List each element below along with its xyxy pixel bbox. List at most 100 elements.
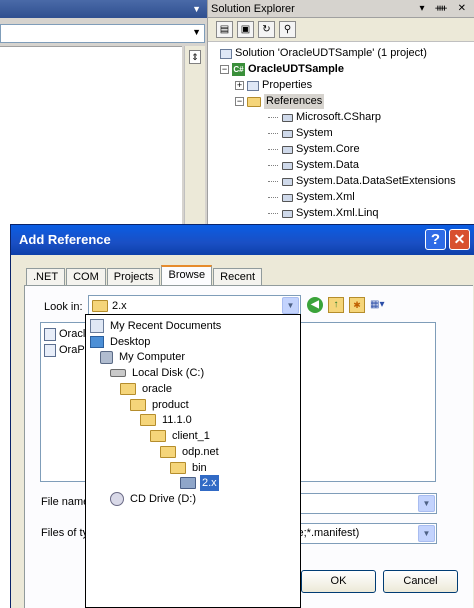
- dropdown-item-folder[interactable]: odp.net: [160, 444, 221, 460]
- look-in-value: 2.x: [112, 299, 127, 312]
- folder-icon: [120, 383, 136, 395]
- dropdown-item-computer[interactable]: My Computer: [100, 349, 187, 365]
- chevron-down-icon[interactable]: ▼: [418, 495, 435, 512]
- list-item[interactable]: OraPr: [44, 342, 88, 358]
- dropdown-item-recent[interactable]: My Recent Documents: [90, 318, 223, 334]
- tab-recent[interactable]: Recent: [213, 268, 263, 285]
- folder-icon: [160, 446, 176, 458]
- file-label: OraPr: [59, 344, 89, 356]
- tab-strip: .NET COM Projects Browse Recent: [26, 265, 263, 285]
- show-all-files-icon[interactable]: ▣: [237, 21, 254, 38]
- tree-node-label: Microsoft.CSharp: [296, 111, 381, 123]
- file-name-combo[interactable]: ▼: [287, 493, 437, 514]
- editor-scrollbar[interactable]: ⇕: [184, 46, 205, 225]
- look-in-dropdown[interactable]: My Recent Documents Desktop My Computer …: [85, 314, 301, 608]
- back-icon[interactable]: ◀: [307, 297, 323, 313]
- class-diagram-icon[interactable]: ⚲: [279, 21, 296, 38]
- dropdown-item-label: CD Drive (D:): [130, 493, 196, 505]
- csharp-project-icon: C#: [232, 63, 245, 76]
- tree-node-label: OracleUDTSample: [248, 63, 344, 75]
- solution-explorer-title: Solution Explorer: [211, 3, 295, 15]
- code-editor[interactable]: [0, 46, 182, 225]
- tree-node-label: System: [296, 127, 333, 139]
- reference-icon: [282, 177, 293, 186]
- look-in-combo[interactable]: 2.x ▼: [88, 295, 301, 316]
- files-of-type-combo[interactable]: xe;*.manifest) ▼: [287, 523, 437, 544]
- tree-node-reference[interactable]: System.Core: [268, 142, 360, 157]
- dropdown-item-folder[interactable]: 11.1.0: [140, 412, 194, 428]
- editor-tab-strip: ▼: [0, 0, 207, 18]
- tree-node-references[interactable]: − References: [235, 94, 325, 109]
- tree-node-label: System.Xml: [296, 191, 355, 203]
- chevron-down-icon: ▼: [192, 27, 201, 37]
- dropdown-item-folder[interactable]: bin: [170, 460, 209, 476]
- chevron-down-icon[interactable]: ▼: [192, 4, 201, 14]
- solution-explorer-toolbar: ▤ ▣ ↻ ⚲: [208, 18, 474, 42]
- dropdown-item-selected[interactable]: 2.x: [180, 475, 219, 491]
- dropdown-item-folder[interactable]: client_1: [150, 428, 212, 444]
- tab-projects[interactable]: Projects: [106, 268, 161, 285]
- computer-icon: [100, 350, 113, 364]
- cancel-button[interactable]: Cancel: [383, 570, 458, 593]
- chevron-down-icon[interactable]: ▼: [418, 525, 435, 542]
- reference-icon: [282, 209, 293, 218]
- dropdown-item-label: Desktop: [110, 336, 151, 348]
- tree-node-project[interactable]: − C# OracleUDTSample: [220, 62, 344, 77]
- tree-line: [268, 213, 278, 214]
- tree-node-properties[interactable]: + Properties: [235, 78, 312, 93]
- tree-node-reference[interactable]: System: [268, 126, 333, 141]
- tab-com[interactable]: COM: [66, 268, 106, 285]
- dropdown-item-local-disk[interactable]: Local Disk (C:): [110, 365, 206, 381]
- tree-node-label: Solution 'OracleUDTSample' (1 project): [235, 47, 427, 59]
- folder-icon: [140, 414, 156, 426]
- refresh-icon[interactable]: ↻: [258, 21, 275, 38]
- solution-explorer-titlebar: Solution Explorer ▾ ᚓ ✕: [208, 0, 474, 18]
- dropdown-item-label: oracle: [142, 383, 172, 395]
- up-folder-icon[interactable]: ↑: [328, 297, 344, 313]
- tree-line: [268, 133, 278, 134]
- folder-icon: [150, 430, 166, 442]
- tab-net[interactable]: .NET: [26, 268, 66, 285]
- tree-node-reference[interactable]: System.Xml.Linq: [268, 206, 379, 221]
- tree-line: [268, 149, 278, 150]
- tree-node-reference[interactable]: System.Data: [268, 158, 359, 173]
- tree-node-reference[interactable]: Microsoft.CSharp: [268, 110, 381, 125]
- dropdown-item-label: product: [152, 399, 189, 411]
- tree-node-solution[interactable]: Solution 'OracleUDTSample' (1 project): [220, 46, 427, 61]
- folder-icon: [130, 399, 146, 411]
- tree-node-reference[interactable]: System.Data.DataSetExtensions: [268, 174, 456, 189]
- ok-button[interactable]: OK: [301, 570, 376, 593]
- member-combo[interactable]: ▼: [0, 24, 205, 43]
- files-of-type-value: xe;*.manifest): [292, 527, 360, 539]
- pane-buttons-icon[interactable]: ▾ ᚓ ✕: [420, 0, 470, 18]
- tab-browse[interactable]: Browse: [161, 265, 213, 285]
- tree-line: [268, 181, 278, 182]
- dropdown-item-label: odp.net: [182, 446, 219, 458]
- folder-icon: [170, 462, 186, 474]
- reference-icon: [282, 193, 293, 202]
- tree-node-label: System.Data: [296, 159, 359, 171]
- view-menu-icon[interactable]: ▦▾: [370, 297, 396, 313]
- new-folder-icon[interactable]: ✱: [349, 297, 365, 313]
- tree-node-reference[interactable]: System.Xml: [268, 190, 355, 205]
- help-icon[interactable]: ?: [425, 229, 446, 250]
- dropdown-item-label: 11.1.0: [162, 414, 192, 426]
- reference-icon: [282, 129, 293, 138]
- dropdown-item-desktop[interactable]: Desktop: [90, 334, 152, 350]
- splitter-icon[interactable]: ⇕: [189, 50, 201, 64]
- dropdown-item-label: Local Disk (C:): [132, 367, 205, 379]
- dropdown-item-cd-drive[interactable]: CD Drive (D:): [110, 491, 198, 507]
- dropdown-item-label: My Recent Documents: [110, 320, 222, 332]
- look-in-label: Look in:: [44, 301, 83, 313]
- collapse-icon[interactable]: −: [235, 97, 244, 106]
- chevron-down-icon[interactable]: ▼: [282, 297, 299, 314]
- collapse-icon[interactable]: −: [220, 65, 229, 74]
- dialog-titlebar: Add Reference ? ✕: [11, 225, 474, 255]
- tree-line: [268, 117, 278, 118]
- tree-line: [268, 165, 278, 166]
- expand-icon[interactable]: +: [235, 81, 244, 90]
- dropdown-item-folder[interactable]: product: [130, 397, 191, 413]
- close-icon[interactable]: ✕: [449, 229, 470, 250]
- properties-icon[interactable]: ▤: [216, 21, 233, 38]
- dropdown-item-folder[interactable]: oracle: [120, 381, 174, 397]
